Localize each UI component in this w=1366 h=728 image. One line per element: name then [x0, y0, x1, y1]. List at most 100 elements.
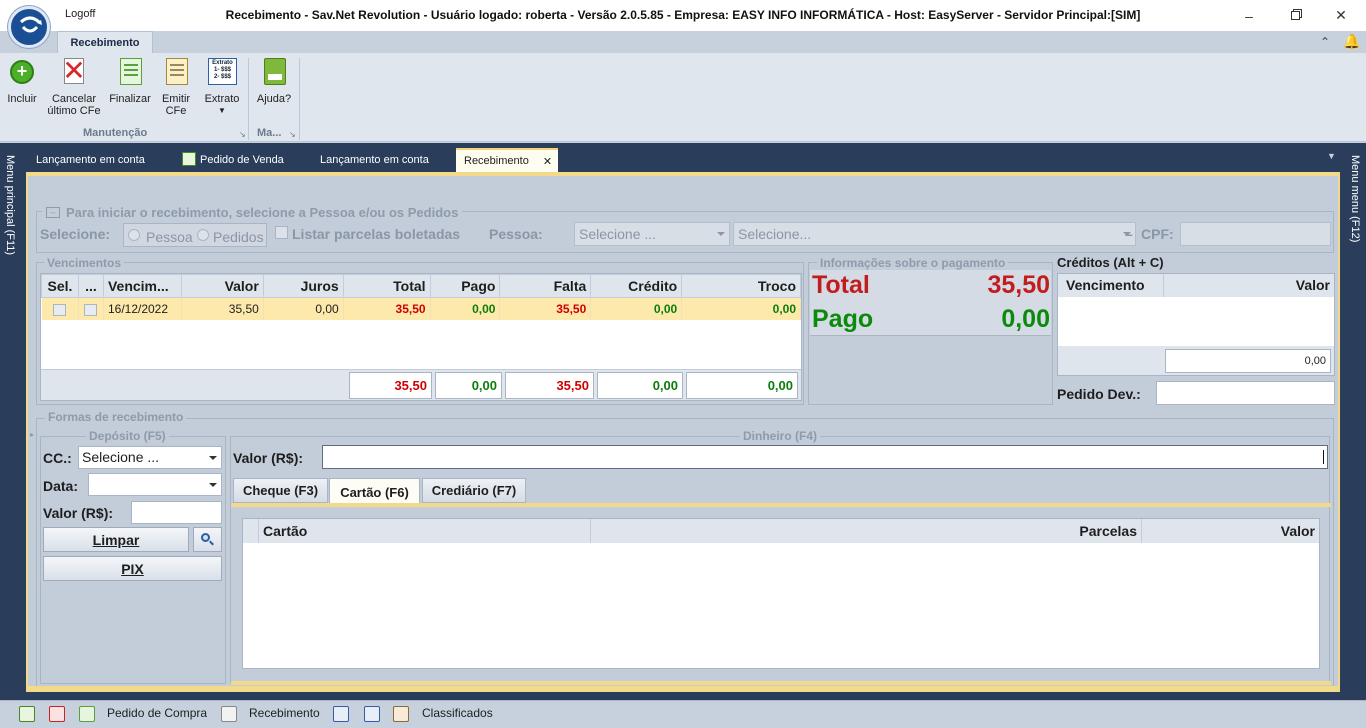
col-header-valor[interactable]: Valor — [180, 274, 264, 298]
tab-cheque[interactable]: Cheque (F3) — [233, 478, 328, 503]
collapse-icon[interactable]: – — [46, 207, 60, 218]
close-icon[interactable]: ✕ — [1318, 0, 1364, 31]
cell-juros: 0,00 — [263, 297, 344, 320]
col-header-juros[interactable]: Juros — [262, 274, 344, 298]
app-logo-icon[interactable] — [8, 6, 50, 48]
col-header-falta[interactable]: Falta — [499, 274, 592, 298]
notification-bell-icon[interactable]: 🔔 — [1343, 33, 1360, 50]
cpf-input[interactable] — [1180, 222, 1331, 246]
info-total-label: Total — [812, 271, 870, 299]
pessoa-name-combo[interactable]: Selecione... — [733, 222, 1136, 246]
selecione-label: Selecione: — [40, 226, 111, 242]
extrato-dropdown-icon[interactable]: ▼ — [218, 105, 226, 117]
recebimento-icon[interactable] — [221, 706, 237, 722]
minimize-icon[interactable]: – — [1226, 0, 1272, 31]
cancel-shortcut-icon[interactable] — [49, 706, 65, 722]
doc-tab-recebimento-label: Recebimento — [464, 155, 529, 167]
menu-principal-tab[interactable]: Menu principal (F11) — [4, 155, 16, 255]
menu-menu-tab[interactable]: Menu menu (F12) — [1349, 155, 1361, 242]
report-icon[interactable] — [333, 706, 349, 722]
doc-tab-pedido-venda[interactable]: Pedido de Venda — [200, 148, 284, 172]
search-button[interactable] — [193, 527, 222, 552]
col-header-credito[interactable]: Crédito — [590, 274, 683, 298]
creditos-col-vencimento[interactable]: Vencimento — [1058, 274, 1164, 297]
doc-tab-lancamento-1[interactable]: Lançamento em conta — [36, 148, 145, 172]
pedido-dev-label: Pedido Dev.: — [1057, 386, 1141, 402]
data-input[interactable] — [88, 473, 222, 496]
creditos-col-valor[interactable]: Valor — [1164, 274, 1334, 297]
doc-tab-recebimento[interactable]: Recebimento ✕ — [456, 148, 558, 172]
pedido-venda-shortcut-icon[interactable] — [19, 706, 35, 722]
vencimentos-table: Sel. ... Vencim... Valor Juros Total Pag… — [41, 274, 801, 320]
limpar-button[interactable]: Limpar — [43, 527, 189, 552]
cell-falta: 35,50 — [499, 297, 592, 320]
extrato-button[interactable]: Extrato 1- $$$ 2- $$$ Extrato ▼ — [200, 56, 244, 117]
col-header-total[interactable]: Total — [342, 274, 431, 298]
restore-icon[interactable] — [1272, 0, 1318, 31]
statusbar-classificados[interactable]: Classificados — [422, 706, 493, 720]
tab-cartao[interactable]: Cartão (F6) — [329, 478, 420, 505]
tab-accent-bottom — [231, 681, 1331, 685]
table-row[interactable]: 16/12/2022 35,50 0,00 35,50 0,00 35,50 0… — [41, 297, 801, 320]
doc-tab-lancamento-2[interactable]: Lançamento em conta — [320, 148, 429, 172]
radio-pedidos[interactable] — [197, 229, 209, 241]
group-expand-icon[interactable]: ↘ — [239, 130, 246, 139]
row-option-checkbox[interactable] — [84, 303, 98, 316]
group-label-manutencao: Manutenção — [83, 127, 148, 139]
ribbon-tab-recebimento[interactable]: Recebimento — [57, 31, 153, 54]
valor-deposito-input[interactable] — [131, 501, 222, 524]
collapse-ribbon-icon[interactable]: ⌃ — [1320, 35, 1330, 49]
statusbar-pedido-compra[interactable]: Pedido de Compra — [107, 706, 207, 720]
listar-checkbox[interactable] — [275, 226, 288, 239]
cartao-col-cartao[interactable]: Cartão — [259, 519, 591, 543]
row-select-checkbox[interactable] — [53, 303, 67, 316]
col-header-sel[interactable]: Sel. — [41, 274, 79, 298]
pix-button[interactable]: PIX — [43, 556, 222, 581]
tab-accent-top — [231, 503, 1331, 507]
info-pago-label: Pago — [812, 305, 874, 333]
tabs-overflow-icon[interactable]: ▼ — [1327, 151, 1336, 161]
vencimentos-title: Vencimentos — [44, 256, 125, 270]
iniciar-group-header: – Para iniciar o recebimento, selecione … — [42, 205, 463, 220]
ribbon-group-separator — [248, 58, 249, 140]
cartao-col-parcelas[interactable]: Parcelas — [591, 519, 1142, 543]
extrato-label: Extrato — [204, 93, 240, 105]
statusbar-recebimento[interactable]: Recebimento — [249, 706, 320, 720]
cell-vencimento: 16/12/2022 — [103, 297, 182, 320]
total-sum-credito: 0,00 — [597, 372, 683, 399]
incluir-label: Incluir — [7, 93, 37, 105]
pessoa-combo[interactable]: Selecione ... — [574, 222, 730, 246]
radio-pessoa[interactable] — [128, 229, 140, 241]
valor-dinheiro-input[interactable] — [322, 445, 1328, 469]
cancelar-cfe-button[interactable]: ✕ Cancelar último CFe — [46, 56, 102, 118]
emitir-cfe-button[interactable]: Emitir CFe — [158, 56, 194, 117]
pessoa-clear-icon[interactable]: – — [1125, 226, 1133, 242]
search-icon — [201, 533, 214, 546]
add-document-icon[interactable] — [364, 706, 380, 722]
chevron-down-icon — [209, 455, 217, 460]
expand-arrow-icon[interactable]: ▸ — [30, 430, 34, 439]
pedido-compra-icon[interactable] — [79, 706, 95, 722]
col-header-vencimento[interactable]: Vencim... — [102, 274, 182, 298]
incluir-button[interactable]: + Incluir — [6, 56, 38, 105]
creditos-title: Créditos (Alt + C) — [1057, 255, 1164, 270]
pedido-dev-input[interactable] — [1156, 381, 1335, 405]
cc-label: CC.: — [43, 450, 72, 466]
close-tab-icon[interactable]: ✕ — [543, 155, 552, 168]
creditos-header: Vencimento Valor — [1058, 274, 1334, 297]
classificados-icon[interactable] — [393, 706, 409, 722]
finalizar-button[interactable]: Finalizar — [108, 56, 152, 105]
cc-select[interactable]: Selecione ... — [78, 446, 222, 469]
group-expand-icon-2[interactable]: ↘ — [289, 130, 296, 139]
ribbon-tab-strip — [0, 31, 1366, 53]
ajuda-button[interactable]: Ajuda? — [255, 56, 293, 105]
total-sum-falta: 35,50 — [505, 372, 594, 399]
col-header-more[interactable]: ... — [77, 274, 104, 298]
col-header-troco[interactable]: Troco — [681, 274, 801, 298]
tab-crediario[interactable]: Crediário (F7) — [422, 478, 526, 503]
extrato-icon-line-1: Extrato — [212, 60, 233, 66]
col-header-pago[interactable]: Pago — [429, 274, 501, 298]
cartao-col-valor[interactable]: Valor — [1142, 519, 1319, 543]
finalize-document-icon — [116, 56, 144, 86]
cell-credito: 0,00 — [590, 297, 683, 320]
